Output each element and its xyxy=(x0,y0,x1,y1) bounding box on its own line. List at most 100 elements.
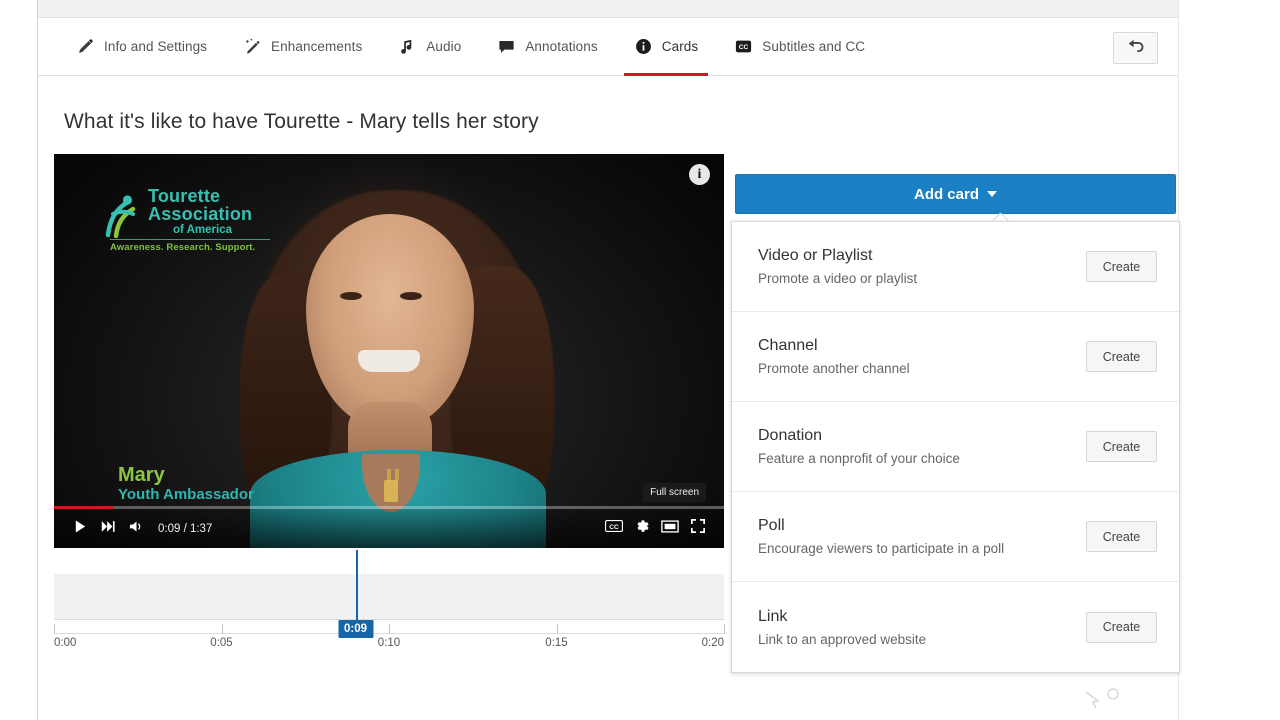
card-option-title: Link xyxy=(758,607,788,625)
tab-info-and-settings[interactable]: Info and Settings xyxy=(58,18,225,76)
top-chrome-strip xyxy=(38,0,1178,18)
logo-mark-icon xyxy=(102,191,144,241)
tab-label: Cards xyxy=(661,39,699,54)
speaker-role: Youth Ambassador xyxy=(118,486,254,504)
card-option-subtitle: Encourage viewers to participate in a po… xyxy=(758,541,1005,556)
card-option-subtitle: Feature a nonprofit of your choice xyxy=(758,451,960,466)
gear-icon xyxy=(634,518,651,540)
theater-mode-button[interactable] xyxy=(656,515,684,543)
card-option-text: Channel Promote another channel xyxy=(758,337,1086,376)
left-gutter xyxy=(0,0,38,720)
speech-bubble-icon xyxy=(497,37,516,56)
timeline-tick-labels: 0:00 0:05 0:10 0:15 0:20 xyxy=(54,634,724,658)
timeline-tick-label: 0:10 xyxy=(377,637,401,649)
card-option-text: Link Link to an approved website xyxy=(758,608,1086,647)
card-option-title: Donation xyxy=(758,427,823,444)
card-option-row[interactable]: Link Link to an approved website Create xyxy=(732,582,1179,672)
add-card-button[interactable]: Add card xyxy=(735,174,1176,214)
music-note-icon xyxy=(398,37,417,56)
video-player[interactable]: Tourette Association of America Awarenes… xyxy=(54,154,724,548)
timeline-tick xyxy=(221,624,223,634)
video-info-icon[interactable]: i xyxy=(689,164,710,185)
create-card-button[interactable]: Create xyxy=(1086,251,1157,282)
timeline-tick-label: 0:00 xyxy=(54,637,77,649)
add-card-label: Add card xyxy=(913,185,979,203)
time-display: 0:09 / 1:37 xyxy=(158,522,213,535)
card-option-row[interactable]: Channel Promote another channel Create xyxy=(732,312,1179,402)
fullscreen-button[interactable] xyxy=(684,515,712,543)
svg-text:CC: CC xyxy=(739,44,749,51)
tab-audio[interactable]: Audio xyxy=(380,18,479,76)
subtitles-button[interactable]: CC xyxy=(600,515,628,543)
card-option-subtitle: Link to an approved website xyxy=(758,631,927,647)
card-timeline[interactable]: 0:00 0:05 0:10 0:15 0:20 0:09 xyxy=(54,550,725,658)
timeline-tick xyxy=(556,624,558,634)
next-video-button[interactable] xyxy=(94,515,122,543)
card-option-title: Video or Playlist xyxy=(758,247,873,264)
volume-button[interactable] xyxy=(122,515,150,543)
svg-text:CC: CC xyxy=(609,524,619,531)
cc-icon: CC xyxy=(734,37,753,56)
speaker-lower-third: Mary Youth Ambassador xyxy=(118,464,254,504)
create-card-button[interactable]: Create xyxy=(1086,521,1157,552)
card-option-title: Poll xyxy=(758,517,785,534)
card-option-row[interactable]: Poll Encourage viewers to participate in … xyxy=(732,492,1179,582)
timeline-tick xyxy=(724,624,725,634)
timeline-tick-label: 0:05 xyxy=(210,637,233,649)
volume-icon xyxy=(128,519,145,539)
card-option-text: Donation Feature a nonprofit of your choi… xyxy=(758,427,1086,466)
tab-subtitles-and-cc[interactable]: CC Subtitles and CC xyxy=(716,18,883,76)
logo-tagline: Awareness. Research. Support. xyxy=(110,241,256,253)
tab-label: Info and Settings xyxy=(104,39,208,54)
player-controls: 0:09 / 1:37 CC xyxy=(54,506,724,548)
timeline-tick xyxy=(389,624,390,634)
create-card-button[interactable]: Create xyxy=(1086,341,1157,372)
card-option-text: Video or Playlist Promote a video or play… xyxy=(758,247,1086,286)
card-option-row[interactable]: Video or Playlist Promote a video or play… xyxy=(732,222,1179,312)
fullscreen-icon xyxy=(690,518,706,539)
create-card-button[interactable]: Create xyxy=(1086,611,1157,643)
cc-icon: CC xyxy=(604,519,624,538)
magic-wand-icon xyxy=(243,37,262,56)
tab-label: Annotations xyxy=(525,39,598,54)
speaker-name: Mary xyxy=(118,463,165,486)
info-circle-icon xyxy=(634,37,653,56)
settings-button[interactable] xyxy=(628,515,656,543)
tab-label: Subtitles and CC xyxy=(762,39,866,54)
tab-label: Enhancements xyxy=(271,39,363,54)
timeline-ruler xyxy=(54,620,725,634)
page-title: What it's like to have Tourette - Mary t… xyxy=(64,110,539,133)
timeline-tick-label: 0:15 xyxy=(545,637,568,649)
tab-cards[interactable]: Cards xyxy=(616,18,717,76)
right-gutter xyxy=(1178,0,1280,720)
card-option-subtitle: Promote a video or playlist xyxy=(758,271,918,286)
next-track-icon xyxy=(100,519,116,539)
pencil-icon xyxy=(76,37,95,56)
card-option-title: Channel xyxy=(758,337,818,354)
chevron-down-icon xyxy=(987,191,997,197)
timeline-track[interactable] xyxy=(54,574,724,620)
tab-annotations[interactable]: Annotations xyxy=(479,18,615,76)
back-button[interactable] xyxy=(1113,32,1158,64)
timeline-tick xyxy=(54,624,55,634)
fullscreen-tooltip: Full screen xyxy=(643,483,706,502)
card-option-subtitle: Promote another channel xyxy=(758,361,910,376)
playhead-time-chip[interactable]: 0:09 xyxy=(337,620,374,638)
back-arrow-icon xyxy=(1126,38,1145,59)
timeline-tick-label: 0:20 xyxy=(701,637,724,649)
tab-enhancements[interactable]: Enhancements xyxy=(225,18,380,76)
editor-tabbar: Info and Settings Enhancements Audio Ann… xyxy=(38,18,1178,76)
theater-icon xyxy=(661,519,679,539)
timeline-playhead[interactable] xyxy=(355,550,358,620)
player-controls-row: 0:09 / 1:37 CC xyxy=(54,509,724,548)
content-column: Info and Settings Enhancements Audio Ann… xyxy=(38,18,1180,720)
play-icon xyxy=(73,519,88,539)
tourette-association-logo: Tourette Association of America Awarenes… xyxy=(105,187,270,253)
tab-label: Audio xyxy=(426,39,462,54)
add-card-dropdown: Video or Playlist Promote a video or play… xyxy=(731,221,1180,673)
create-card-button[interactable]: Create xyxy=(1086,431,1157,462)
cursor-artifact xyxy=(1082,688,1128,710)
card-option-row[interactable]: Donation Feature a nonprofit of your choi… xyxy=(732,402,1179,492)
play-button[interactable] xyxy=(66,515,94,543)
card-option-text: Poll Encourage viewers to participate in … xyxy=(758,517,1086,556)
